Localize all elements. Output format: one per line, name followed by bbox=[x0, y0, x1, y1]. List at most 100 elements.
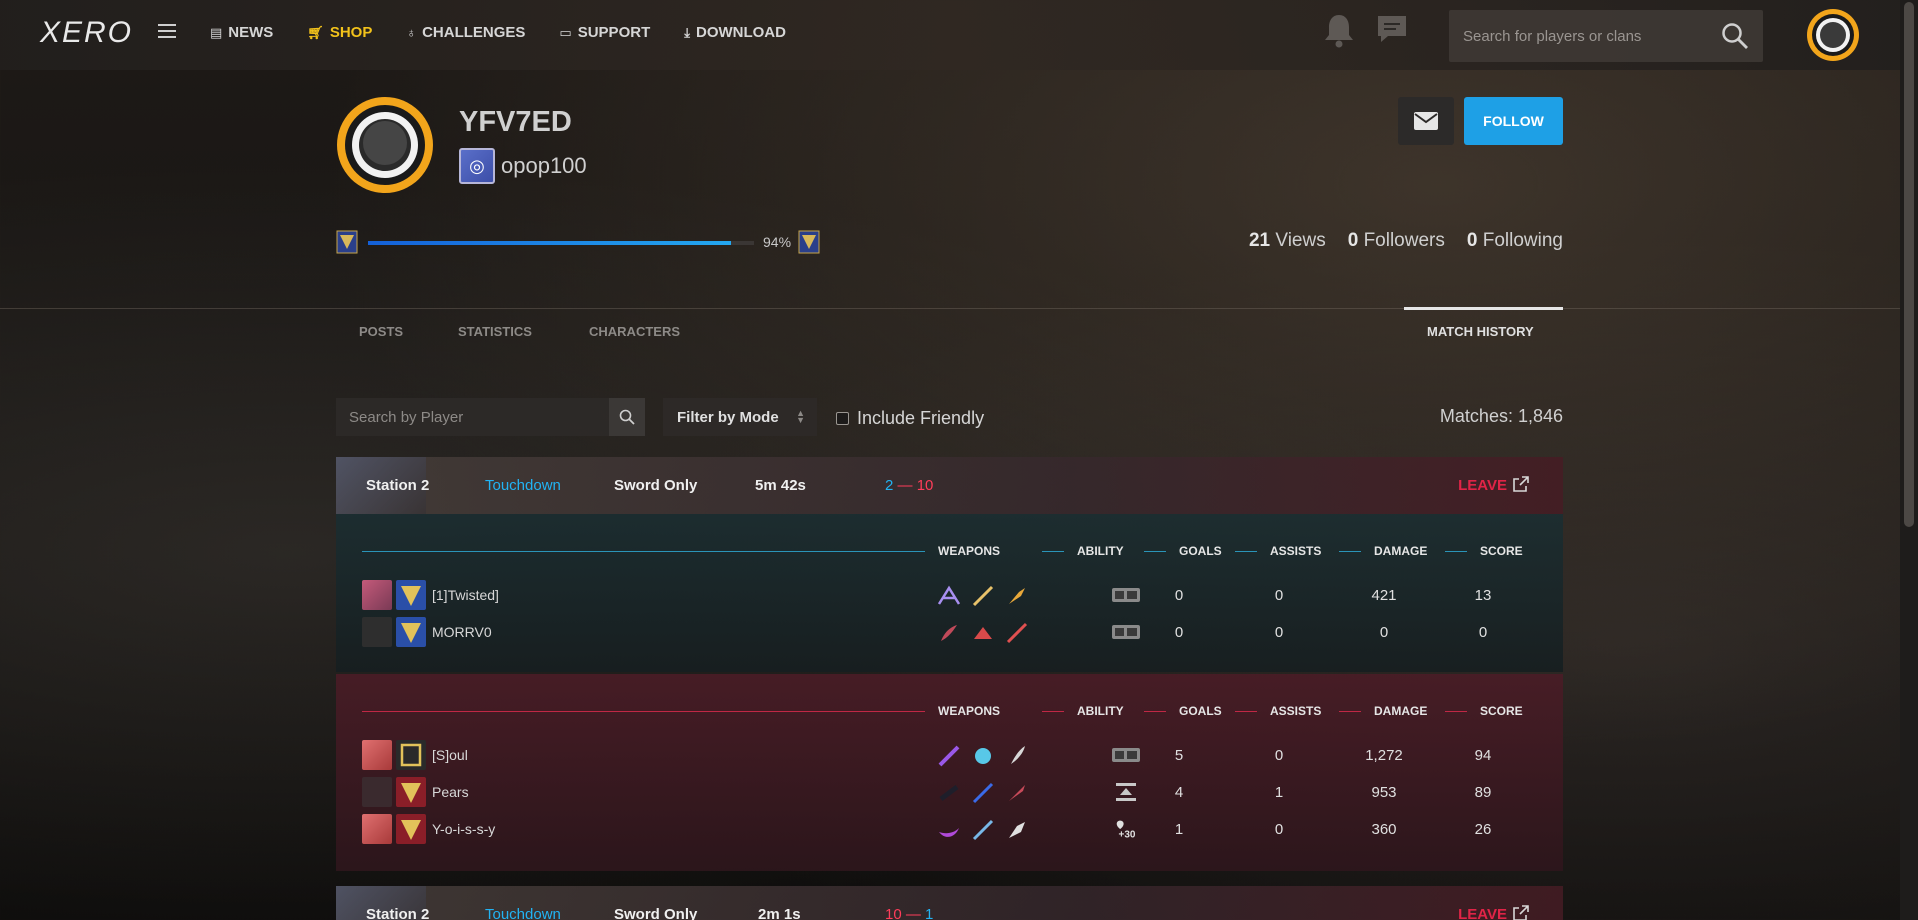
table-row[interactable]: MORRV0 0 0 0 0 bbox=[362, 617, 1542, 647]
match-header[interactable]: Station 2 Touchdown Sword Only 2m 1s 10 … bbox=[336, 886, 1563, 920]
player-damage: 0 bbox=[1379, 624, 1389, 641]
include-friendly-toggle[interactable]: Include Friendly bbox=[836, 408, 984, 429]
following-stat[interactable]: 0 Following bbox=[1467, 230, 1563, 252]
clan-name[interactable]: opop100 bbox=[501, 153, 587, 179]
profile-tabs: POSTS STATISTICS CHARACTERS MATCH HISTOR… bbox=[336, 310, 1563, 354]
global-search-input[interactable] bbox=[1449, 27, 1699, 45]
rank-badge-icon bbox=[396, 740, 426, 770]
rank-badge-icon bbox=[396, 617, 426, 647]
table-row[interactable]: [1]Twisted] 0 0 421 13 bbox=[362, 580, 1542, 610]
player-search bbox=[336, 398, 645, 436]
search-icon[interactable] bbox=[1721, 22, 1749, 50]
tab-posts[interactable]: POSTS bbox=[359, 324, 403, 339]
player-goals: 1 bbox=[1174, 821, 1184, 838]
chat-icon[interactable] bbox=[1376, 14, 1408, 44]
match-duration: 2m 1s bbox=[758, 906, 801, 920]
nav-item-label: SUPPORT bbox=[577, 24, 651, 41]
player-search-button[interactable] bbox=[609, 398, 645, 436]
include-friendly-checkbox[interactable] bbox=[836, 412, 849, 425]
ability-icon bbox=[1112, 748, 1140, 762]
nav-item-download[interactable]: ⤓ DOWNLOAD bbox=[684, 24, 786, 41]
user-avatar[interactable] bbox=[1806, 8, 1860, 62]
clan-info[interactable]: ◎ opop100 bbox=[459, 148, 587, 184]
player-goals: 0 bbox=[1174, 624, 1184, 641]
player-goals: 0 bbox=[1174, 587, 1184, 604]
tabs-divider bbox=[0, 308, 1900, 309]
message-button[interactable] bbox=[1398, 97, 1454, 145]
tab-characters[interactable]: CHARACTERS bbox=[589, 324, 680, 339]
nav-item-challenges[interactable]: ♁ CHALLENGES bbox=[406, 24, 525, 41]
col-score: SCORE bbox=[1480, 704, 1523, 718]
bell-icon[interactable] bbox=[1322, 12, 1356, 48]
score-team-b: 10 bbox=[916, 477, 934, 494]
player-name[interactable]: Pears bbox=[432, 784, 469, 800]
col-assists: ASSISTS bbox=[1270, 544, 1322, 558]
match-map: Station 2 bbox=[366, 906, 430, 920]
col-ability: ABILITY bbox=[1077, 704, 1124, 718]
tab-match-history[interactable]: MATCH HISTORY bbox=[1427, 324, 1534, 339]
nav-item-news[interactable]: ▤ NEWS bbox=[210, 24, 273, 41]
level-progress-fill bbox=[368, 241, 731, 245]
level-progress-bar bbox=[368, 241, 754, 245]
player-assists: 0 bbox=[1274, 624, 1284, 641]
col-damage: DAMAGE bbox=[1374, 704, 1428, 718]
scrollbar-thumb[interactable] bbox=[1904, 2, 1914, 527]
table-row[interactable]: Pears 4 1 953 89 bbox=[362, 777, 1542, 807]
site-logo[interactable]: XERO bbox=[40, 16, 133, 50]
nav-item-label: NEWS bbox=[228, 24, 274, 41]
player-name[interactable]: [S]oul bbox=[432, 747, 468, 763]
profile-username: YFV7ED bbox=[459, 106, 572, 138]
global-search bbox=[1449, 10, 1763, 62]
player-goals: 4 bbox=[1174, 784, 1184, 801]
follow-button[interactable]: FOLLOW bbox=[1464, 97, 1563, 145]
player-assists: 1 bbox=[1274, 784, 1284, 801]
rank-badge-icon bbox=[396, 580, 426, 610]
match-header[interactable]: Station 2 Touchdown Sword Only 5m 42s 2 … bbox=[336, 457, 1563, 514]
views-count: 21 bbox=[1248, 230, 1271, 251]
player-search-input[interactable] bbox=[336, 398, 596, 436]
newspaper-icon: ▤ bbox=[210, 24, 223, 40]
player-name[interactable]: [1]Twisted] bbox=[432, 587, 499, 603]
player-assists: 0 bbox=[1274, 821, 1284, 838]
followers-stat[interactable]: 0 Followers bbox=[1348, 230, 1445, 252]
tab-statistics[interactable]: STATISTICS bbox=[458, 324, 532, 339]
external-link-icon[interactable] bbox=[1513, 905, 1529, 920]
weapon-icon bbox=[974, 627, 992, 639]
table-row[interactable]: Y-o-i-s-s-y +30 1 0 360 26 bbox=[362, 814, 1542, 844]
player-name[interactable]: Y-o-i-s-s-y bbox=[432, 821, 495, 837]
team-blue: WEAPONS ABILITY GOALS ASSISTS DAMAGE SCO… bbox=[336, 514, 1563, 672]
match-result: LEAVE bbox=[1458, 477, 1507, 494]
ability-icon bbox=[1112, 625, 1140, 639]
col-weapons: WEAPONS bbox=[938, 544, 1001, 558]
score-team-b: 1 bbox=[925, 906, 934, 920]
sword-icon bbox=[1006, 622, 1028, 644]
external-link-icon[interactable] bbox=[1513, 476, 1529, 492]
sword-icon bbox=[972, 819, 994, 841]
character-portrait bbox=[362, 580, 392, 610]
views-stat: 21 Views bbox=[1249, 230, 1326, 252]
nav-item-support[interactable]: ▭ SUPPORT bbox=[559, 24, 650, 41]
ticket-icon: ▭ bbox=[559, 24, 572, 40]
player-name[interactable]: MORRV0 bbox=[432, 624, 492, 640]
col-damage: DAMAGE bbox=[1374, 544, 1428, 558]
views-label: Views bbox=[1275, 230, 1326, 251]
following-count: 0 bbox=[1466, 230, 1478, 251]
nav-item-shop[interactable]: 🛒︎ SHOP bbox=[307, 24, 372, 41]
profile-avatar bbox=[337, 97, 433, 193]
sword-icon bbox=[972, 782, 994, 804]
mode-filter-select[interactable]: Filter by Mode ▲ ▼ bbox=[663, 398, 817, 436]
player-damage: 953 bbox=[1371, 784, 1397, 801]
weapon-icon bbox=[1011, 746, 1025, 764]
character-portrait bbox=[362, 740, 392, 770]
weapon-icon bbox=[1009, 588, 1025, 604]
table-row[interactable]: [S]oul 5 0 1,272 94 bbox=[362, 740, 1542, 770]
next-rank-icon bbox=[798, 230, 820, 254]
page-scrollbar[interactable] bbox=[1900, 0, 1918, 920]
match-duration: 5m 42s bbox=[755, 477, 806, 494]
menu-icon[interactable] bbox=[158, 24, 176, 40]
player-assists: 0 bbox=[1274, 747, 1284, 764]
match-result: LEAVE bbox=[1458, 906, 1507, 920]
match-rule: Sword Only bbox=[614, 477, 698, 494]
current-rank-icon bbox=[336, 230, 358, 254]
player-damage: 421 bbox=[1371, 587, 1397, 604]
